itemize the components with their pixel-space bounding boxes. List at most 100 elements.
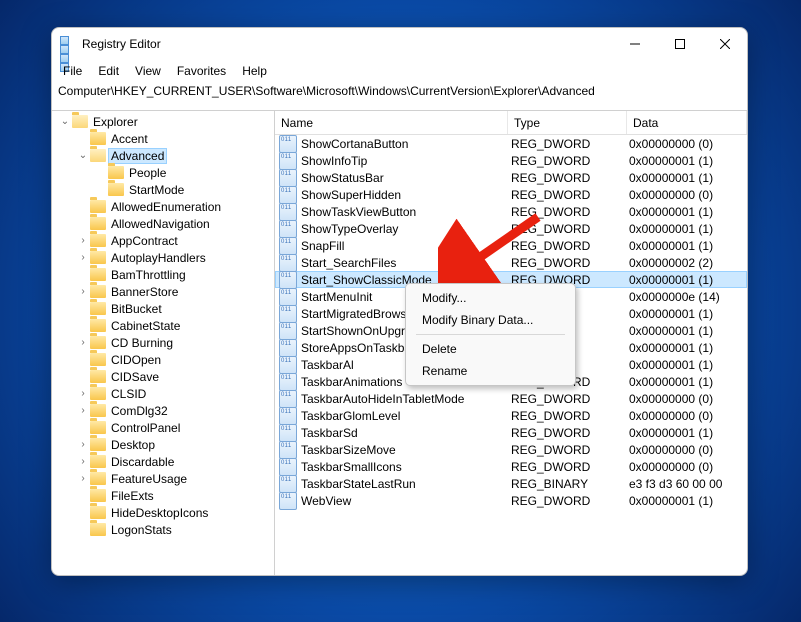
values-pane[interactable]: Name Type Data ShowCortanaButtonREG_DWOR… (275, 111, 747, 575)
tree-item[interactable]: StartMode (52, 181, 274, 198)
tree-item[interactable]: Accent (52, 130, 274, 147)
binary-value-icon (279, 458, 297, 476)
ctx-modify-[interactable]: Modify... (408, 287, 573, 309)
expander-icon[interactable]: › (76, 253, 90, 263)
value-name: TaskbarSizeMove (301, 443, 396, 457)
expander-icon[interactable]: › (76, 287, 90, 297)
close-button[interactable] (702, 28, 747, 60)
minimize-button[interactable] (612, 28, 657, 60)
value-row[interactable]: SnapFillREG_DWORD0x00000001 (1) (275, 237, 747, 254)
tree-item[interactable]: People (52, 164, 274, 181)
expander-icon[interactable]: ⌄ (76, 151, 90, 161)
tree-item[interactable]: ›CLSID (52, 385, 274, 402)
tree-item[interactable]: BitBucket (52, 300, 274, 317)
ctx-modify-binary-data-[interactable]: Modify Binary Data... (408, 309, 573, 331)
folder-icon (90, 404, 106, 417)
expander-icon[interactable]: › (76, 406, 90, 416)
tree-label: Accent (109, 132, 150, 146)
tree-item[interactable]: LogonStats (52, 521, 274, 538)
value-row[interactable]: TaskbarStateLastRunREG_BINARYe3 f3 d3 60… (275, 475, 747, 492)
binary-value-icon (279, 203, 297, 221)
value-data: 0x00000000 (0) (623, 409, 747, 423)
tree-item[interactable]: AllowedEnumeration (52, 198, 274, 215)
value-row[interactable]: WebViewREG_DWORD0x00000001 (1) (275, 492, 747, 509)
tree-pane[interactable]: ⌄Explorer Accent⌄AdvancedPeople StartMode A… (52, 111, 275, 575)
tree-item[interactable]: CIDSave (52, 368, 274, 385)
maximize-button[interactable] (657, 28, 702, 60)
menu-favorites[interactable]: Favorites (170, 62, 233, 80)
value-row[interactable]: TaskbarGlomLevelREG_DWORD0x00000000 (0) (275, 407, 747, 424)
tree-item[interactable]: CIDOpen (52, 351, 274, 368)
value-data: 0x00000001 (1) (623, 494, 747, 508)
tree-label: AppContract (109, 234, 180, 248)
value-row[interactable]: ShowInfoTipREG_DWORD0x00000001 (1) (275, 152, 747, 169)
ctx-delete[interactable]: Delete (408, 338, 573, 360)
value-row[interactable]: ShowTaskViewButtonREG_DWORD0x00000001 (1… (275, 203, 747, 220)
value-data: 0x00000001 (1) (623, 154, 747, 168)
value-row[interactable]: ShowCortanaButtonREG_DWORD0x00000000 (0) (275, 135, 747, 152)
tree-label: Desktop (109, 438, 157, 452)
tree-item[interactable]: › Desktop (52, 436, 274, 453)
expander-icon[interactable]: › (76, 389, 90, 399)
value-data: 0x00000000 (0) (623, 137, 747, 151)
tree-label: ControlPanel (109, 421, 182, 435)
value-row[interactable]: Start_SearchFilesREG_DWORD0x00000002 (2) (275, 254, 747, 271)
expander-icon[interactable]: › (76, 440, 90, 450)
value-row[interactable]: TaskbarSizeMoveREG_DWORD0x00000000 (0) (275, 441, 747, 458)
value-row[interactable]: TaskbarSdREG_DWORD0x00000001 (1) (275, 424, 747, 441)
value-row[interactable]: TaskbarSmallIconsREG_DWORD0x00000000 (0) (275, 458, 747, 475)
col-name[interactable]: Name (275, 111, 508, 134)
titlebar[interactable]: Registry Editor (52, 28, 747, 60)
col-data[interactable]: Data (627, 111, 747, 134)
value-name: TaskbarAutoHideInTabletMode (301, 392, 464, 406)
menu-file[interactable]: File (56, 62, 89, 80)
tree-item[interactable]: ›ComDlg32 (52, 402, 274, 419)
value-name: TaskbarAl (301, 358, 354, 372)
tree-item[interactable]: ›BannerStore (52, 283, 274, 300)
tree-item[interactable]: ›CD Burning (52, 334, 274, 351)
address-bar[interactable]: Computer\HKEY_CURRENT_USER\Software\Micr… (52, 82, 747, 111)
tree-item[interactable]: CabinetState (52, 317, 274, 334)
value-name: TaskbarStateLastRun (301, 477, 416, 491)
tree-item[interactable]: BamThrottling (52, 266, 274, 283)
menu-help[interactable]: Help (235, 62, 274, 80)
tree-label: AutoplayHandlers (109, 251, 208, 265)
folder-icon (90, 353, 106, 366)
folder-icon (90, 302, 106, 315)
tree-label: StartMode (127, 183, 186, 197)
expander-icon[interactable]: › (76, 457, 90, 467)
tree-item[interactable]: › AppContract (52, 232, 274, 249)
expander-icon[interactable]: › (76, 338, 90, 348)
value-row[interactable]: ShowStatusBarREG_DWORD0x00000001 (1) (275, 169, 747, 186)
binary-value-icon (279, 390, 297, 408)
expander-icon[interactable]: › (76, 236, 90, 246)
expander-icon[interactable]: ⌄ (58, 117, 72, 127)
menu-edit[interactable]: Edit (91, 62, 126, 80)
binary-value-icon (279, 441, 297, 459)
tree-item[interactable]: › AutoplayHandlers (52, 249, 274, 266)
tree-label: AllowedEnumeration (109, 200, 223, 214)
expander-icon[interactable]: › (76, 474, 90, 484)
tree-item[interactable]: FileExts (52, 487, 274, 504)
value-row[interactable]: ShowSuperHiddenREG_DWORD0x00000000 (0) (275, 186, 747, 203)
value-row[interactable]: TaskbarAutoHideInTabletModeREG_DWORD0x00… (275, 390, 747, 407)
tree-item[interactable]: ControlPanel (52, 419, 274, 436)
tree-item[interactable]: HideDesktopIcons (52, 504, 274, 521)
binary-value-icon (279, 407, 297, 425)
tree-item[interactable]: AllowedNavigation (52, 215, 274, 232)
ctx-rename[interactable]: Rename (408, 360, 573, 382)
value-row[interactable]: ShowTypeOverlayREG_DWORD0x00000001 (1) (275, 220, 747, 237)
binary-value-icon (279, 339, 297, 357)
value-type: REG_DWORD (505, 443, 623, 457)
value-type: REG_BINARY (505, 477, 623, 491)
column-headers[interactable]: Name Type Data (275, 111, 747, 135)
col-type[interactable]: Type (508, 111, 627, 134)
tree-item[interactable]: ›Discardable (52, 453, 274, 470)
tree-item[interactable]: ›FeatureUsage (52, 470, 274, 487)
value-type: REG_DWORD (505, 171, 623, 185)
value-data: 0x00000000 (0) (623, 188, 747, 202)
menu-view[interactable]: View (128, 62, 168, 80)
binary-value-icon (279, 475, 297, 493)
tree-item[interactable]: ⌄Explorer (52, 113, 274, 130)
tree-item[interactable]: ⌄Advanced (52, 147, 274, 164)
